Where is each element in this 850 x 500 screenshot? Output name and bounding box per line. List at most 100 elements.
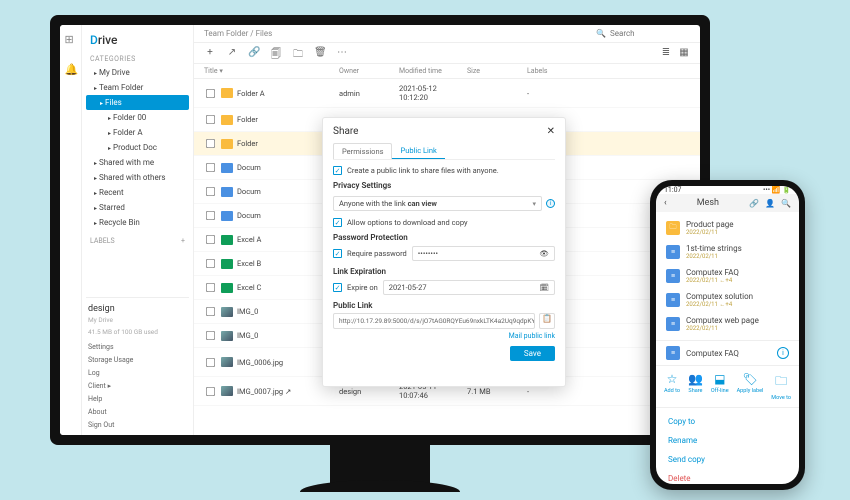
tree-folder-a[interactable]: Folder A (86, 125, 189, 140)
apps-icon[interactable]: ⊞ (65, 33, 77, 45)
link-icon[interactable]: 🔗 (749, 199, 759, 208)
eye-icon[interactable]: 👁 (539, 249, 549, 258)
tree-product-doc[interactable]: Product Doc (86, 140, 189, 155)
tree-my-drive[interactable]: My Drive (86, 65, 189, 80)
privacy-select[interactable]: Anyone with the link can view ▾ (333, 196, 542, 211)
row-checkbox[interactable] (206, 88, 215, 97)
require-password-checkbox[interactable]: ✓ (333, 249, 342, 258)
copy-button[interactable]: 🗐 (270, 47, 282, 59)
mail-link[interactable]: Mail public link (333, 332, 555, 340)
file-name: IMG_0007.jpg ↗ (237, 387, 291, 396)
profile-settings[interactable]: Settings (86, 340, 189, 353)
save-button[interactable]: Save (510, 346, 555, 361)
public-link-value[interactable]: http://10.17.29.89:5000/d/s/jO7tAG0RQYEu… (333, 313, 535, 329)
phone-list-item[interactable]: ≡Computex web page2022/02/11 (656, 312, 799, 336)
phone-selected-item[interactable]: ≡ Computex FAQ i (656, 340, 799, 366)
menu-rename[interactable]: Rename (668, 431, 787, 450)
col-owner[interactable]: Owner (339, 67, 399, 75)
expire-date-input[interactable]: 2021-05-27🗓 (383, 280, 555, 295)
row-checkbox[interactable] (206, 115, 215, 124)
folder-icon: 🗀 (775, 372, 787, 393)
tree-shared-with-others[interactable]: Shared with others (86, 170, 189, 185)
row-checkbox[interactable] (206, 307, 215, 316)
profile-storage[interactable]: Storage Usage (86, 353, 189, 366)
share-button[interactable]: ↗ (226, 47, 238, 59)
row-checkbox[interactable] (206, 139, 215, 148)
breadcrumb[interactable]: Team Folder / Files (204, 29, 272, 38)
phone-list-item[interactable]: ≡1st-time strings2022/02/11 (656, 240, 799, 264)
profile-help[interactable]: Help (86, 392, 189, 405)
add-label-icon[interactable]: + (181, 237, 185, 245)
tree-recycle-bin[interactable]: Recycle Bin (86, 215, 189, 230)
tree-recent[interactable]: Recent (86, 185, 189, 200)
info-icon[interactable]: i (546, 199, 555, 208)
tree-files[interactable]: Files (86, 95, 189, 110)
user-icon[interactable]: 👤 (765, 199, 775, 208)
link-button[interactable]: 🔗 (248, 47, 260, 59)
row-checkbox[interactable] (206, 211, 215, 220)
col-size[interactable]: Size (467, 67, 527, 75)
grid-view-icon[interactable]: ▦ (678, 47, 690, 59)
menu-send[interactable]: Send copy (668, 450, 787, 469)
phone-item-name: 1st-time strings (686, 244, 742, 253)
back-icon[interactable]: ‹ (664, 198, 667, 208)
row-checkbox[interactable] (206, 163, 215, 172)
tree-folder-00[interactable]: Folder 00 (86, 110, 189, 125)
profile-log[interactable]: Log (86, 366, 189, 379)
row-checkbox[interactable] (206, 331, 215, 340)
more-button[interactable]: ⋯ (336, 47, 348, 59)
status-icons: ••• 📶 🔋 (763, 186, 791, 194)
tree-shared-with-me[interactable]: Shared with me (86, 155, 189, 170)
sheet-icon (221, 259, 233, 269)
row-checkbox[interactable] (206, 235, 215, 244)
password-input[interactable]: ••••••••👁 (412, 246, 555, 261)
row-checkbox[interactable] (206, 187, 215, 196)
tree-team-folder[interactable]: Team Folder (86, 80, 189, 95)
allow-download-label: Allow options to download and copy (347, 218, 468, 227)
action-share[interactable]: 👥Share (688, 372, 703, 401)
row-checkbox[interactable] (206, 357, 215, 366)
menu-copy[interactable]: Copy to (668, 412, 787, 431)
copy-link-button[interactable]: 📋 (539, 313, 555, 329)
create-link-checkbox[interactable]: ✓ (333, 166, 342, 175)
action-label[interactable]: 🏷Apply label (737, 372, 764, 401)
tab-permissions[interactable]: Permissions (333, 143, 392, 159)
list-view-icon[interactable]: ≣ (660, 47, 672, 59)
file-owner: design (339, 387, 399, 396)
search-input[interactable] (610, 29, 690, 38)
tab-public-link[interactable]: Public Link (392, 143, 444, 159)
calendar-icon[interactable]: 🗓 (539, 283, 549, 292)
phone-list-item[interactable]: 🗀Product page2022/02/11 (656, 216, 799, 240)
action-moveto[interactable]: 🗀Move to (771, 372, 791, 401)
phone-item-name: Product page (686, 220, 734, 229)
phone-list-item[interactable]: ≡Computex solution2022/02/11 ←+4 (656, 288, 799, 312)
search-box[interactable]: 🔍 (596, 29, 690, 38)
action-offline[interactable]: ⬓Off-line (711, 372, 729, 401)
bell-icon[interactable]: 🔔 (65, 63, 77, 75)
add-button[interactable]: + (204, 47, 216, 59)
delete-button[interactable]: 🗑 (314, 47, 326, 59)
col-labels[interactable]: Labels (527, 67, 690, 75)
col-modified[interactable]: Modified time (399, 67, 467, 75)
action-addto[interactable]: ☆Add to (664, 372, 680, 401)
move-button[interactable]: 🗀 (292, 47, 304, 59)
allow-download-checkbox[interactable]: ✓ (333, 218, 342, 227)
tree-starred[interactable]: Starred (86, 200, 189, 215)
profile-client[interactable]: Client ▸ (86, 379, 189, 392)
doc-icon (221, 211, 233, 221)
menu-delete[interactable]: Delete (668, 469, 787, 484)
profile-about[interactable]: About (86, 405, 189, 418)
col-title[interactable]: Title ▾ (204, 67, 339, 75)
info-icon[interactable]: i (777, 347, 789, 359)
categories-header: CATEGORIES (86, 53, 189, 65)
file-row[interactable]: Folder Aadmin2021-05-12 10:12:20- (194, 79, 700, 108)
profile-signout[interactable]: Sign Out (86, 418, 189, 431)
row-checkbox[interactable] (206, 283, 215, 292)
row-checkbox[interactable] (206, 259, 215, 268)
search-icon[interactable]: 🔍 (781, 199, 791, 208)
row-checkbox[interactable] (206, 386, 215, 395)
close-icon[interactable]: ✕ (547, 126, 555, 137)
phone-item-name: Computex FAQ (686, 268, 739, 277)
phone-list-item[interactable]: ≡Computex FAQ2022/02/11 ←+4 (656, 264, 799, 288)
expire-checkbox[interactable]: ✓ (333, 283, 342, 292)
